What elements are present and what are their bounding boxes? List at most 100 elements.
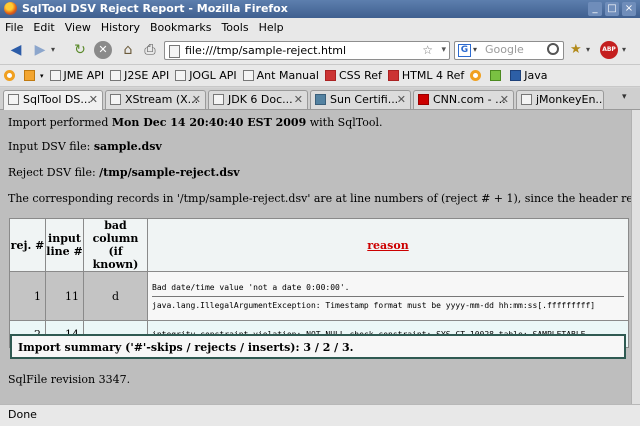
bookmark-label: J2SE API	[124, 69, 170, 82]
search-box[interactable]: G ▾ Google	[454, 41, 564, 60]
tab-close-icon[interactable]: ✕	[192, 91, 201, 108]
close-button[interactable]: ×	[622, 2, 636, 16]
bad-column: d	[83, 271, 148, 321]
menu-view[interactable]: View	[60, 21, 96, 34]
menu-bar: File Edit View History Bookmarks Tools H…	[0, 18, 640, 36]
w3c-green-icon	[490, 70, 502, 81]
correspond-line: The corresponding records in '/tmp/sampl…	[8, 192, 631, 205]
google-icon[interactable]: G	[458, 44, 471, 57]
page-icon	[169, 45, 180, 58]
page-icon	[242, 70, 254, 81]
folder-dropdown-icon: ▾	[40, 71, 44, 80]
tab-label: XStream (X...	[125, 93, 199, 106]
input-file-line: Input DSV file: sample.dsv	[8, 140, 162, 153]
reject-prefix: Reject DSV file:	[8, 166, 100, 179]
url-dropdown-icon[interactable]: ▾	[441, 42, 446, 58]
tab-label: SqlTool DS...	[23, 93, 91, 106]
bookmark-ant-manual[interactable]: Ant Manual	[242, 69, 319, 82]
forward-arrow-icon[interactable]: ▶	[30, 40, 50, 60]
tab-label: jMonkeyEn...	[536, 93, 604, 106]
menu-help[interactable]: Help	[254, 21, 289, 34]
adblock-icon[interactable]: ABP	[600, 41, 618, 59]
bookmark-label: HTML 4 Ref	[401, 69, 465, 82]
tab-jdk6[interactable]: JDK 6 Doc... ✕	[208, 90, 308, 109]
bookmarks-toolbar: ▾ JME API J2SE API JOGL API Ant Manual C…	[0, 65, 640, 87]
minimize-button[interactable]: _	[588, 2, 602, 16]
reject-file-line: Reject DSV file: /tmp/sample-reject.dsv	[8, 166, 240, 179]
status-bar: Done	[0, 404, 640, 426]
tab-list-dropdown-icon[interactable]: ▾	[622, 92, 627, 102]
w3c-icon	[324, 70, 336, 81]
vertical-scrollbar[interactable]	[631, 110, 640, 404]
search-engine-dropdown-icon[interactable]: ▾	[473, 42, 477, 58]
menu-tools[interactable]: Tools	[216, 21, 253, 34]
url-text[interactable]: file:///tmp/sample-reject.html	[185, 43, 346, 58]
print-icon[interactable]: ⎙	[140, 40, 160, 60]
tab-jmonkey[interactable]: jMonkeyEn...	[516, 90, 604, 109]
tab-close-icon[interactable]: ✕	[397, 91, 406, 108]
input-line-number: 11	[45, 271, 84, 321]
cnn-icon	[418, 94, 429, 105]
stop-icon[interactable]: ✕	[94, 41, 112, 59]
search-placeholder[interactable]: Google	[485, 42, 524, 58]
bookmark-ring-2[interactable]	[470, 70, 484, 81]
bookmark-rss-folder[interactable]: ▾	[24, 70, 44, 81]
sun-icon	[315, 94, 326, 105]
maximize-button[interactable]: □	[605, 2, 619, 16]
revision-text: SqlFile revision 3347.	[8, 373, 131, 386]
reload-icon[interactable]: ↻	[70, 40, 90, 60]
rss-folder-icon	[24, 70, 35, 81]
import-prefix: Import performed	[8, 116, 112, 129]
bookmark-j2se-api[interactable]: J2SE API	[110, 69, 169, 82]
tab-xstream[interactable]: XStream (X... ✕	[105, 90, 206, 109]
bookmark-w3c-green[interactable]	[490, 70, 504, 81]
back-arrow-icon[interactable]: ◀	[6, 40, 26, 60]
tab-cnn[interactable]: CNN.com - ... ✕	[413, 90, 514, 109]
tab-bar: SqlTool DS... ✕ XStream (X... ✕ JDK 6 Do…	[0, 88, 640, 110]
navigation-toolbar: ◀ ▶ ▾ ↻ ✕ ⌂ ⎙ file:///tmp/sample-reject.…	[0, 36, 640, 65]
header-reason: reason	[147, 218, 629, 272]
tab-sun-cert[interactable]: Sun Certifi... ✕	[310, 90, 411, 109]
bookmark-label: JOGL API	[189, 69, 237, 82]
tab-close-icon[interactable]: ✕	[294, 91, 303, 108]
page-icon	[110, 70, 122, 81]
reason-link[interactable]: reason	[367, 239, 408, 252]
reject-table: rej. # input line # bad column (if known…	[9, 218, 629, 348]
bookmark-menu-star-icon[interactable]: ★	[570, 42, 582, 58]
url-bar[interactable]: file:///tmp/sample-reject.html ☆ ▾	[164, 41, 450, 60]
bookmark-star-icon[interactable]: ☆	[422, 42, 433, 58]
page-icon	[175, 70, 187, 81]
import-line: Import performed Mon Dec 14 20:40:40 EST…	[8, 116, 383, 129]
bookmark-jme-api[interactable]: JME API	[49, 69, 104, 82]
tab-close-icon[interactable]: ✕	[89, 91, 98, 108]
input-file-name: sample.dsv	[93, 140, 162, 153]
adblock-dropdown-icon[interactable]: ▾	[622, 42, 626, 58]
header-input-line: input line #	[45, 218, 84, 272]
bookmark-menu-dropdown-icon[interactable]: ▾	[586, 42, 590, 58]
window-title: SqlTool DSV Reject Report - Mozilla Fire…	[22, 2, 288, 15]
bookmark-jogl-api[interactable]: JOGL API	[175, 69, 237, 82]
menu-edit[interactable]: Edit	[28, 21, 59, 34]
bookmark-ring[interactable]	[4, 70, 18, 81]
bookmark-java[interactable]: Java	[510, 69, 548, 82]
tab-close-icon[interactable]: ✕	[500, 91, 509, 108]
menu-file[interactable]: File	[0, 21, 28, 34]
tab-sqltool[interactable]: SqlTool DS... ✕	[3, 90, 103, 110]
header-rej: rej. #	[9, 218, 46, 272]
tab-label: Sun Certifi...	[330, 93, 399, 106]
menu-history[interactable]: History	[96, 21, 145, 34]
history-dropdown-icon[interactable]: ▾	[48, 40, 58, 60]
home-icon[interactable]: ⌂	[118, 40, 138, 60]
reason-message: Bad date/time value 'not a date 0:00:00'…	[152, 282, 350, 292]
import-date: Mon Dec 14 20:40:40 EST 2009	[111, 116, 307, 129]
import-summary: Import summary ('#'-skips / rejects / in…	[10, 334, 626, 359]
page-content: Import performed Mon Dec 14 20:40:40 EST…	[0, 110, 631, 404]
ring-icon	[4, 70, 15, 81]
bookmark-html4-ref[interactable]: HTML 4 Ref	[387, 69, 465, 82]
reason-detail: java.lang.IllegalArgumentException: Time…	[152, 295, 624, 310]
bookmark-css-ref[interactable]: CSS Ref	[324, 69, 382, 82]
table-row: 1 11 d Bad date/time value 'not a date 0…	[9, 271, 629, 321]
search-icon[interactable]	[547, 43, 559, 55]
page-icon	[49, 70, 61, 81]
menu-bookmarks[interactable]: Bookmarks	[145, 21, 216, 34]
